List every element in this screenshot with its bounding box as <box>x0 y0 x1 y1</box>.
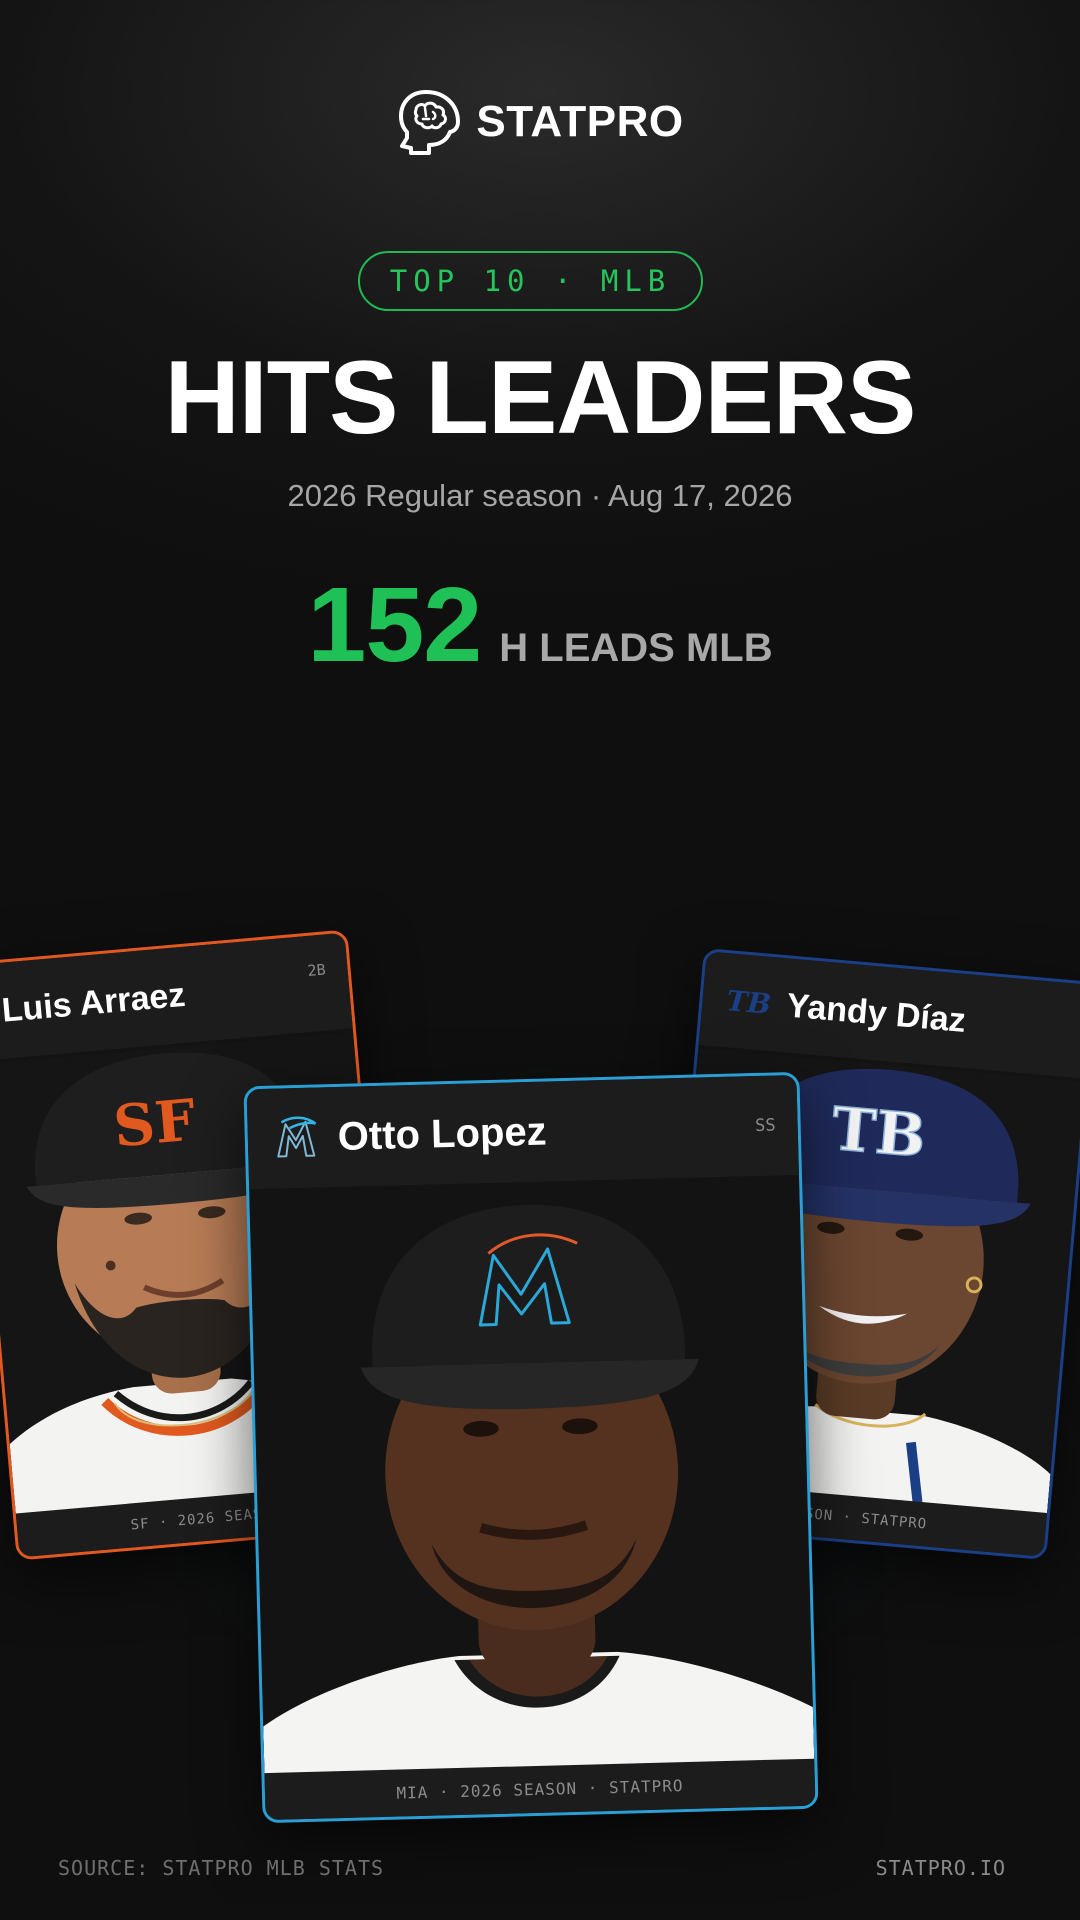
page-title: HITS LEADERS <box>164 340 917 456</box>
player-name: Yandy Díaz <box>785 985 968 1040</box>
tampa-bay-rays-logo: TB <box>725 983 773 1021</box>
player-position: 2B <box>306 960 327 980</box>
source-credit: SOURCE: STATPRO MLB STATS <box>58 1856 385 1880</box>
category-badge-label: TOP 10 · MLB <box>389 264 672 298</box>
svg-text:TB: TB <box>829 1094 929 1171</box>
stat-value: 152 <box>307 566 482 684</box>
sf-giants-logo: SF <box>111 1087 198 1161</box>
site-link[interactable]: STATPRO.IO <box>876 1856 1006 1880</box>
leader-stat: 152 H LEADS MLB <box>0 565 1080 686</box>
card-footer-text: MIA · 2026 SEASON · STATPRO <box>396 1776 684 1803</box>
player-position: SS <box>754 1115 776 1137</box>
stat-label: H LEADS MLB <box>499 626 773 670</box>
miami-marlins-logo <box>277 1116 317 1158</box>
player-name: Luis Arraez <box>0 975 187 1030</box>
page-subtitle: 2026 Regular season · Aug 17, 2026 <box>287 478 793 513</box>
category-badge: TOP 10 · MLB <box>358 251 703 311</box>
player-photo <box>249 1178 815 1776</box>
card-header: Otto Lopez <box>246 1074 819 1190</box>
player-card-otto-lopez[interactable]: Otto Lopez SS MIA · 2026 SEASON · STATPR… <box>243 1071 819 1824</box>
brain-head-icon <box>399 90 461 155</box>
brand-name: STATPRO <box>476 97 684 146</box>
player-name: Otto Lopez <box>337 1108 548 1159</box>
brand-header: STATPRO <box>0 88 1080 156</box>
